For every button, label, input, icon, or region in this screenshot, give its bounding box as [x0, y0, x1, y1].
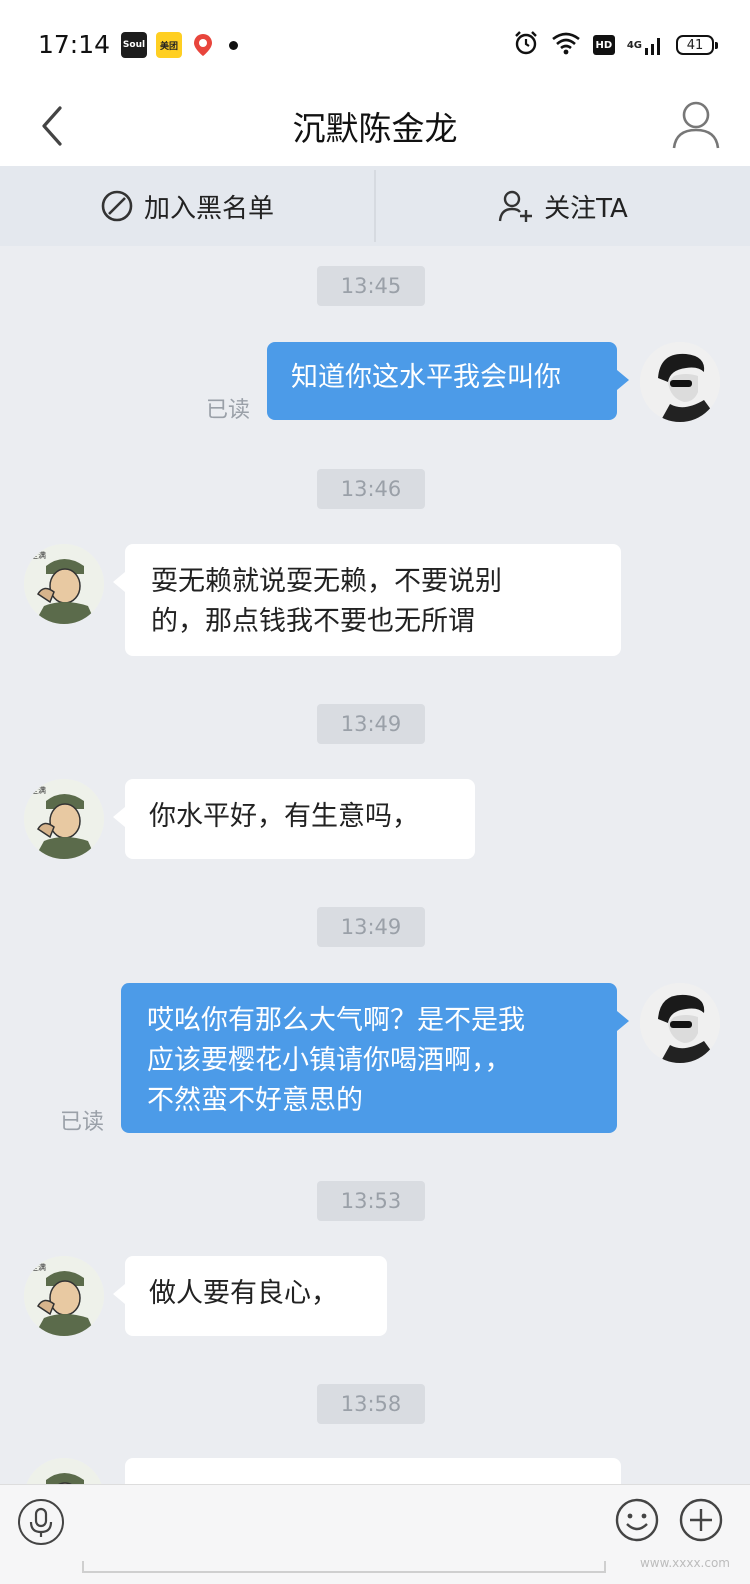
- meituan-app-badge-icon: 美团: [156, 32, 182, 58]
- status-indicators: HD 4G 41: [513, 30, 718, 60]
- status-bar: 17:14 Soul 美团 HD 4G 41: [0, 0, 750, 86]
- block-button[interactable]: 加入黑名单: [0, 166, 374, 246]
- page-title: 沉默陈金龙: [292, 109, 458, 148]
- message-input[interactable]: [82, 1499, 606, 1573]
- alarm-icon: [513, 30, 539, 60]
- emoji-button[interactable]: [614, 1497, 660, 1543]
- message-line: 不然蛮不好意思的: [147, 1085, 363, 1116]
- soul-app-badge-icon: Soul: [121, 32, 147, 58]
- location-pin-icon: [192, 32, 214, 58]
- input-bar: www.xxxx.com: [0, 1484, 750, 1584]
- user-profile-icon: [672, 101, 720, 149]
- signal-icon: 4G: [627, 34, 664, 56]
- message-line: 的，那点钱我不要也无所谓: [151, 606, 475, 637]
- message-timestamp: 13:46: [317, 469, 425, 509]
- message-bubble-in[interactable]: 你水平好，有生意吗，: [113, 779, 475, 859]
- voice-button[interactable]: [18, 1499, 64, 1545]
- svg-text:尘满: 尘满: [30, 1262, 46, 1272]
- chat-header: 沉默陈金龙: [0, 86, 750, 166]
- my-avatar[interactable]: [640, 342, 720, 422]
- status-time: 17:14: [38, 30, 111, 59]
- notification-dot-icon: [229, 41, 238, 50]
- chat-messages: 13:45 已读 知道你这水平我会叫你 13:46 尘满 耍无赖就说耍无赖，不要…: [0, 246, 750, 1484]
- follow-button[interactable]: 关注TA: [376, 166, 750, 246]
- action-bar: 加入黑名单 关注TA: [0, 166, 750, 246]
- more-button[interactable]: [678, 1497, 724, 1543]
- svg-text:尘满: 尘满: [30, 550, 46, 560]
- read-receipt: 已读: [60, 1110, 105, 1135]
- block-icon: [101, 190, 133, 222]
- profile-button[interactable]: [670, 96, 722, 152]
- message-timestamp: 13:58: [317, 1384, 425, 1424]
- message-line: 应该要樱花小镇请你喝酒啊，，: [147, 1045, 512, 1076]
- message-line: 做人要有良心，: [149, 1278, 338, 1309]
- contact-avatar[interactable]: [24, 1458, 104, 1484]
- contact-avatar[interactable]: 尘满: [24, 1256, 104, 1336]
- contact-avatar[interactable]: 尘满: [24, 544, 104, 624]
- follow-user-icon: [498, 190, 533, 222]
- message-timestamp: 13:49: [317, 907, 425, 947]
- emoji-icon: [615, 1498, 659, 1542]
- message-line: 你水平好，有生意吗，: [149, 801, 419, 832]
- my-avatar[interactable]: [640, 983, 720, 1063]
- microphone-icon: [29, 1507, 53, 1537]
- message-line: 耍无赖就说耍无赖，不要说别: [151, 566, 502, 597]
- message-bubble-out[interactable]: 哎吆你有那么大气啊？是不是我 应该要樱花小镇请你喝酒啊，， 不然蛮不好意思的: [121, 983, 629, 1133]
- svg-text:尘满: 尘满: [30, 785, 46, 795]
- message-bubble-out[interactable]: 知道你这水平我会叫你: [267, 342, 629, 420]
- read-receipt: 已读: [206, 398, 251, 423]
- follow-button-label: 关注TA: [544, 193, 628, 224]
- message-timestamp: 13:53: [317, 1181, 425, 1221]
- watermark: www.xxxx.com: [639, 1556, 730, 1570]
- message-timestamp: 13:45: [317, 266, 425, 306]
- message-line: 哎吆你有那么大气啊？是不是我: [147, 1005, 525, 1036]
- message-bubble-in[interactable]: 做人要有良心，: [113, 1256, 387, 1336]
- wifi-icon: [551, 31, 581, 59]
- battery-indicator: 41: [676, 35, 718, 55]
- message-text: 知道你这水平我会叫你: [291, 362, 561, 393]
- message-timestamp: 13:49: [317, 704, 425, 744]
- hd-indicator: HD: [592, 35, 615, 55]
- plus-icon: [679, 1498, 723, 1542]
- message-bubble-in[interactable]: 耍无赖就说耍无赖，不要说别 的，那点钱我不要也无所谓: [113, 544, 621, 656]
- message-bubble-in[interactable]: [125, 1458, 621, 1484]
- contact-avatar[interactable]: 尘满: [24, 779, 104, 859]
- block-button-label: 加入黑名单: [143, 193, 274, 224]
